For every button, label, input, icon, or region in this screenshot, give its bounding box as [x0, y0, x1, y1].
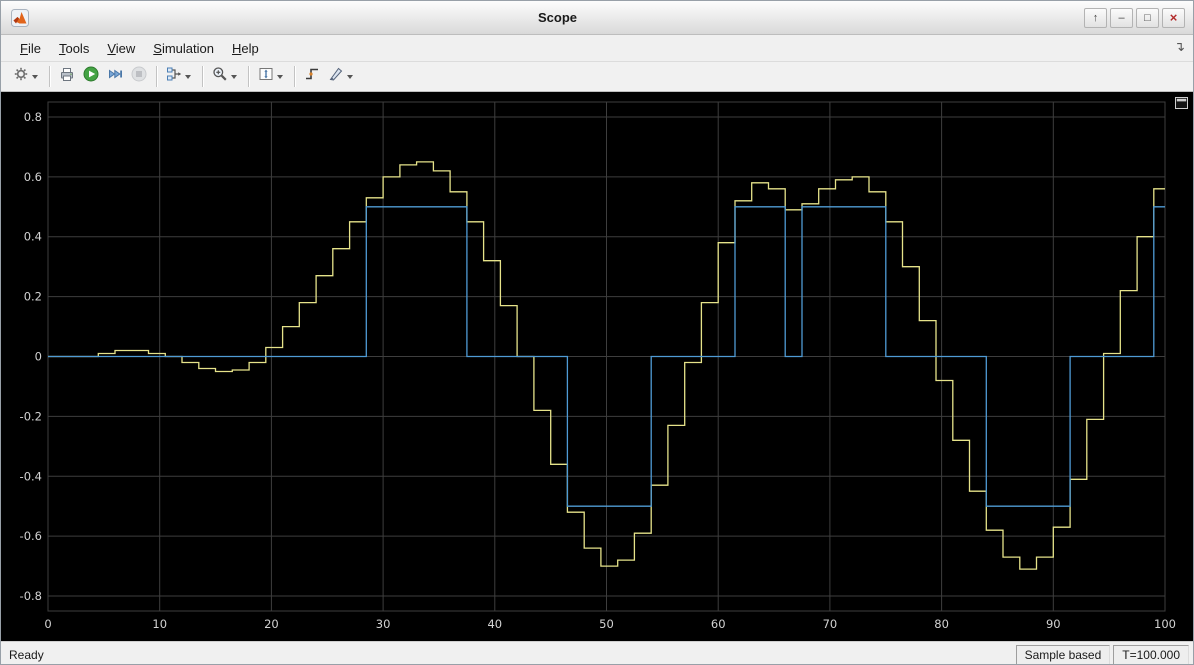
close-button[interactable]: ×	[1162, 8, 1185, 28]
chevron-down-icon	[231, 75, 237, 79]
svg-text:50: 50	[599, 617, 614, 631]
print-button[interactable]	[55, 64, 79, 90]
toolbar-separator	[294, 66, 295, 87]
matlab-logo-icon	[11, 8, 31, 28]
dock-arrow-icon[interactable]: ↴	[1174, 39, 1185, 55]
svg-text:30: 30	[376, 617, 391, 631]
zoom-button[interactable]	[208, 64, 243, 90]
svg-text:70: 70	[823, 617, 838, 631]
float-button[interactable]: ↑	[1084, 8, 1107, 28]
stop-icon	[130, 65, 148, 88]
span-button[interactable]	[254, 64, 289, 90]
svg-text:0.4: 0.4	[24, 230, 42, 244]
step-forward-icon	[106, 65, 124, 88]
menubar-items: FileToolsViewSimulationHelp	[11, 37, 268, 60]
menu-simulation[interactable]: Simulation	[144, 37, 223, 60]
scope-canvas[interactable]: 0.80.60.40.20-0.2-0.4-0.6-0.801020304050…	[1, 92, 1193, 641]
svg-text:0.2: 0.2	[24, 290, 42, 304]
status-indicators: Sample based T=100.000	[1016, 645, 1189, 665]
run-button[interactable]	[79, 64, 103, 90]
toolbar-separator	[202, 66, 203, 87]
svg-text:-0.4: -0.4	[20, 469, 42, 483]
menu-help[interactable]: Help	[223, 37, 268, 60]
chevron-down-icon	[277, 75, 283, 79]
toolbar-separator	[49, 66, 50, 87]
chevron-down-icon	[32, 75, 38, 79]
svg-text:-0.6: -0.6	[20, 529, 42, 543]
sample-mode-indicator: Sample based	[1016, 645, 1111, 665]
menubar: FileToolsViewSimulationHelp ↴	[1, 35, 1193, 62]
signal-routing-button[interactable]	[162, 64, 197, 90]
stop-button[interactable]	[127, 64, 151, 90]
svg-text:100: 100	[1154, 617, 1176, 631]
chevron-down-icon	[185, 75, 191, 79]
configuration-properties-button[interactable]	[9, 64, 44, 90]
svg-text:-0.8: -0.8	[20, 589, 42, 603]
gear-icon	[12, 65, 30, 88]
titlebar[interactable]: Scope ↑ – □ ×	[1, 1, 1193, 35]
step-forward-button[interactable]	[103, 64, 127, 90]
measurements-icon	[327, 65, 345, 88]
trigger-icon	[303, 65, 321, 88]
toolbar-separator	[248, 66, 249, 87]
status-text: Ready	[9, 648, 44, 662]
toolbar-separator	[156, 66, 157, 87]
svg-text:20: 20	[264, 617, 279, 631]
menu-tools[interactable]: Tools	[50, 37, 98, 60]
span-icon	[257, 65, 275, 88]
statusbar: Ready Sample based T=100.000	[1, 641, 1193, 665]
menu-file[interactable]: File	[11, 37, 50, 60]
scope-plot-area[interactable]: 0.80.60.40.20-0.2-0.4-0.6-0.801020304050…	[1, 92, 1193, 641]
measurements-button[interactable]	[324, 64, 359, 90]
svg-text:40: 40	[487, 617, 502, 631]
menu-view[interactable]: View	[98, 37, 144, 60]
window-title: Scope	[31, 10, 1084, 25]
svg-text:90: 90	[1046, 617, 1061, 631]
trigger-button[interactable]	[300, 64, 324, 90]
svg-text:60: 60	[711, 617, 726, 631]
print-icon	[58, 65, 76, 88]
toolbar	[1, 62, 1193, 92]
svg-text:0.6: 0.6	[24, 170, 42, 184]
zoom-icon	[211, 65, 229, 88]
svg-text:-0.2: -0.2	[20, 409, 42, 423]
chevron-down-icon	[347, 75, 353, 79]
scope-window: Scope ↑ – □ × FileToolsViewSimulationHel…	[0, 0, 1194, 665]
run-icon	[82, 65, 100, 88]
window-controls: ↑ – □ ×	[1084, 8, 1185, 28]
svg-text:80: 80	[934, 617, 949, 631]
minimize-button[interactable]: –	[1110, 8, 1133, 28]
svg-text:0.8: 0.8	[24, 110, 42, 124]
svg-text:0: 0	[44, 617, 51, 631]
svg-text:10: 10	[152, 617, 167, 631]
maximize-axes-button[interactable]	[1174, 96, 1188, 109]
sim-time-indicator: T=100.000	[1113, 645, 1189, 665]
maximize-button[interactable]: □	[1136, 8, 1159, 28]
signal-routing-icon	[165, 65, 183, 88]
svg-text:0: 0	[35, 350, 42, 364]
